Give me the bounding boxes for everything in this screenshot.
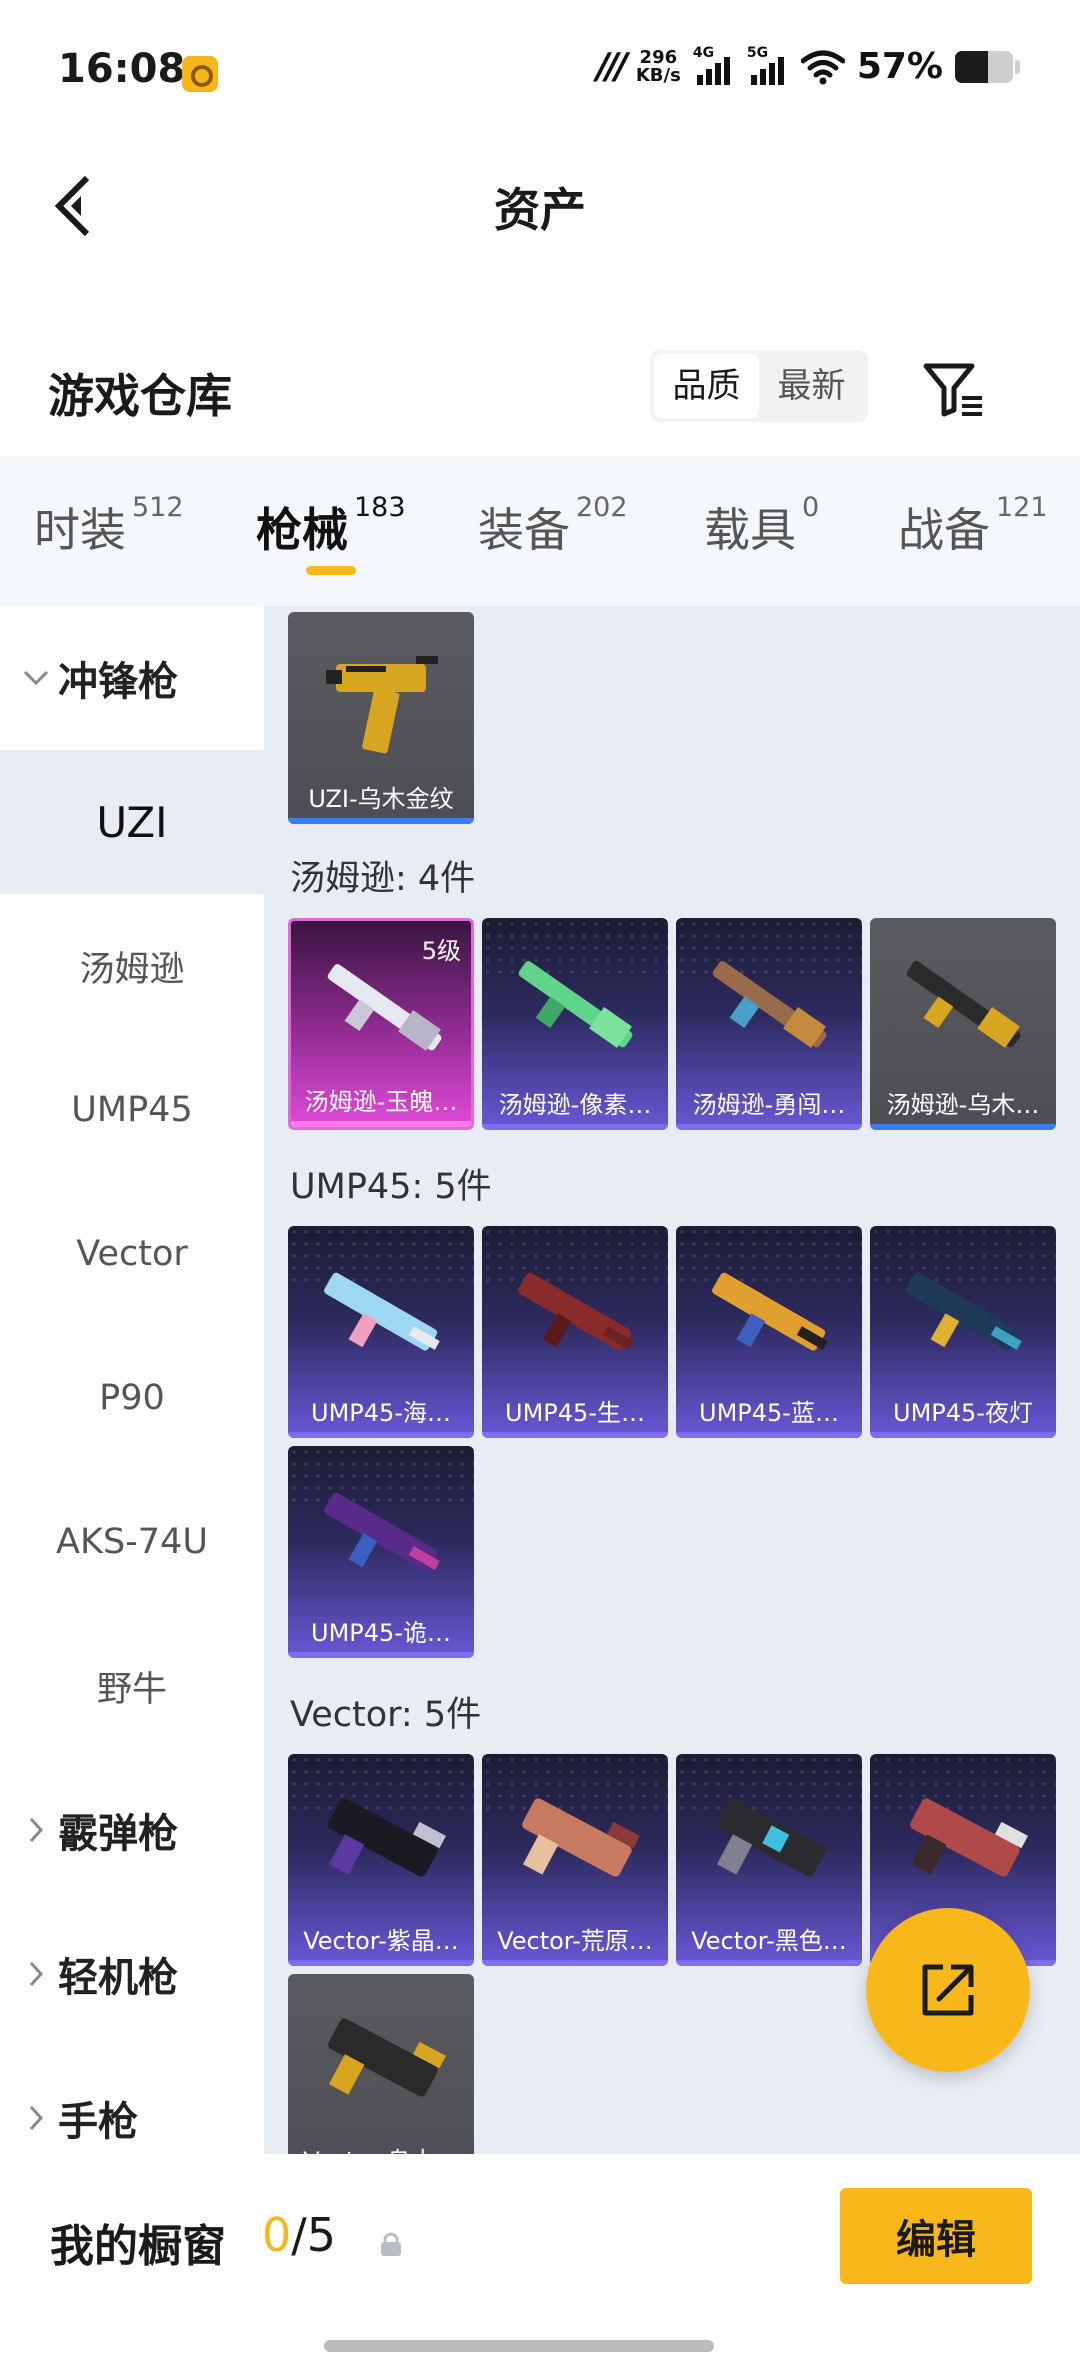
share-external-icon <box>922 1964 974 2016</box>
smg-vector-icon <box>910 1798 1028 1877</box>
subcategory-aks74u[interactable]: AKS-74U <box>0 1470 264 1614</box>
tab-equipment[interactable]: 装备 202 <box>478 492 628 560</box>
subcategory-vector[interactable]: Vector <box>0 1182 264 1326</box>
battery-percent: 57% <box>856 46 943 87</box>
smg-thompson-icon <box>712 961 827 1048</box>
sort-toggle: 品质 最新 <box>650 350 868 422</box>
smg-ump45-icon <box>906 1272 1022 1351</box>
tab-weapons[interactable]: 枪械 183 <box>256 492 406 560</box>
skin-card[interactable]: Vector-乌木… <box>288 1974 474 2154</box>
showcase-bar: 我的橱窗 0/5 编辑 <box>0 2154 1080 2324</box>
category-smg[interactable]: 冲锋枪 <box>0 606 264 750</box>
skin-card[interactable]: UMP45-蓝… <box>676 1226 862 1438</box>
smg-vector-icon <box>716 1798 826 1877</box>
category-shotgun[interactable]: 霰弹枪 <box>0 1758 264 1902</box>
skin-card[interactable]: UMP45-生… <box>482 1226 668 1438</box>
warehouse-title: 游戏仓库 <box>48 369 232 423</box>
subcategory-thompson[interactable]: 汤姆逊 <box>0 894 264 1038</box>
smg-vector-icon <box>328 2018 446 2097</box>
share-fab-button[interactable] <box>866 1908 1030 2072</box>
filter-icon <box>923 363 982 417</box>
smg-vector-icon <box>522 1798 640 1877</box>
skin-card[interactable]: UMP45-夜灯 <box>870 1226 1056 1438</box>
skin-card[interactable]: UMP45-诡… <box>288 1446 474 1658</box>
category-tabs: 时装 512 枪械 183 装备 202 载具 0 战备 121 <box>0 456 1080 606</box>
sort-newest-button[interactable]: 最新 <box>759 354 864 418</box>
smg-thompson-icon <box>906 961 1021 1048</box>
skin-card[interactable]: 汤姆逊-像素… <box>482 918 668 1130</box>
chevron-right-icon <box>29 2105 44 2131</box>
smg-ump45-icon <box>324 1272 440 1351</box>
lock-icon <box>381 2232 401 2256</box>
battery-icon <box>955 50 1013 83</box>
subcategory-p90[interactable]: P90 <box>0 1326 264 1470</box>
edit-button[interactable]: 编辑 <box>840 2188 1032 2284</box>
chevron-down-icon <box>23 670 49 686</box>
smg-uzi-icon <box>326 656 438 754</box>
weapon-category-sidebar: 冲锋枪 UZI 汤姆逊 UMP45 Vector P90 AKS-74U 野牛 … <box>0 606 264 2154</box>
signal-4g-icon: 4G <box>693 45 735 87</box>
status-indicators: /// 296 KB/s 4G 5G 57% <box>596 45 1020 87</box>
subcategory-bizon[interactable]: 野牛 <box>0 1614 264 1758</box>
notification-app-icon <box>182 56 218 92</box>
smg-thompson-icon <box>518 961 633 1048</box>
category-pistol[interactable]: 手枪 <box>0 2046 264 2154</box>
skin-card[interactable]: UMP45-海… <box>288 1226 474 1438</box>
skin-card[interactable]: Vector-黑色… <box>676 1754 862 1966</box>
chevron-right-icon <box>29 1817 44 1843</box>
tab-supplies[interactable]: 战备 121 <box>898 492 1048 560</box>
skin-card[interactable]: 5级 汤姆逊-玉魄… <box>288 918 474 1130</box>
tab-vehicles[interactable]: 载具 0 <box>704 492 819 560</box>
signal-5g-icon: 5G <box>747 45 789 87</box>
smg-ump45-icon <box>324 1492 440 1571</box>
skin-card[interactable]: UZI-乌木金纹 <box>288 612 474 824</box>
skin-card[interactable]: 汤姆逊-勇闯… <box>676 918 862 1130</box>
active-tab-indicator <box>306 566 356 575</box>
showcase-title: 我的橱窗 <box>50 2221 226 2272</box>
status-bar: 16:08 /// 296 KB/s 4G 5G 57% <box>0 0 1080 140</box>
smg-ump45-icon <box>518 1272 634 1351</box>
smg-ump45-icon <box>712 1272 828 1351</box>
showcase-count: 0/5 <box>262 2208 337 2262</box>
subcategory-ump45[interactable]: UMP45 <box>0 1038 264 1182</box>
wifi-icon <box>800 50 845 84</box>
carrier-logo-icon: /// <box>596 46 628 87</box>
tab-fashion[interactable]: 时装 512 <box>34 492 184 560</box>
skin-card[interactable]: Vector-荒原… <box>482 1754 668 1966</box>
skin-card[interactable]: 汤姆逊-乌木… <box>870 918 1056 1130</box>
filter-button[interactable] <box>920 356 986 422</box>
category-lmg[interactable]: 轻机枪 <box>0 1902 264 2046</box>
skin-card[interactable]: Vector-紫晶… <box>288 1754 474 1966</box>
chevron-right-icon <box>29 1961 44 1987</box>
section-ump45: UMP45: 5件 <box>290 1167 492 1207</box>
subcategory-uzi[interactable]: UZI <box>0 750 264 894</box>
smg-vector-icon <box>328 1798 446 1877</box>
sort-quality-button[interactable]: 品质 <box>654 354 759 418</box>
section-vector: Vector: 5件 <box>290 1695 482 1735</box>
network-speed: 296 KB/s <box>635 46 681 86</box>
page-title: 资产 <box>494 183 586 237</box>
status-time: 16:08 <box>58 46 186 92</box>
home-indicator[interactable] <box>324 2340 714 2352</box>
section-thompson: 汤姆逊: 4件 <box>290 859 476 899</box>
smg-thompson-icon <box>327 964 442 1051</box>
app-header: 资产 <box>0 140 1080 270</box>
warehouse-header: 游戏仓库 品质 最新 <box>0 330 1080 450</box>
